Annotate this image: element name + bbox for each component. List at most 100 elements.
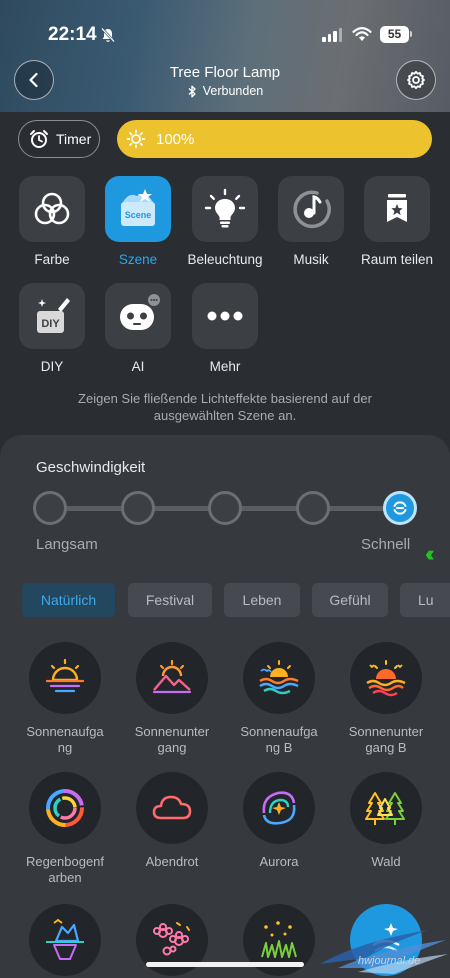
mode-farbe[interactable]: Farbe [8, 176, 96, 267]
bluetooth-icon [188, 85, 196, 97]
speed-fast-icon [393, 501, 407, 515]
scene-circle [350, 772, 422, 844]
scene-sonnenuntergang[interactable]: Sonnenunter gang [119, 642, 225, 756]
scene-icon: Scene [121, 189, 155, 226]
mode-description: Zeigen Sie fließende Lichteffekte basier… [78, 391, 372, 423]
speed-step-4[interactable] [296, 491, 330, 525]
mode-tile [19, 176, 85, 242]
mode-ai[interactable]: AI [94, 283, 182, 374]
timer-button[interactable]: Timer [18, 120, 100, 158]
color-circles-icon [34, 192, 70, 225]
scene-sonnenaufgang[interactable]: Sonnenaufga ng [12, 642, 118, 756]
scene-abendrot[interactable]: Abendrot [119, 772, 225, 870]
iceberg-icon [46, 918, 84, 960]
connection-status-label: Verbunden [202, 84, 264, 98]
watermark-logo-icon [320, 930, 448, 974]
wifi-icon [352, 27, 372, 41]
mode-musik[interactable]: Musik [267, 176, 355, 267]
speed-step-2[interactable] [121, 491, 155, 525]
category-tabs: Natürlich Festival Leben Gefühl Lu [22, 583, 450, 617]
scene-name: Wald [371, 854, 401, 869]
scene-sonnenaufgang-b[interactable]: Sonnenaufga ng B [226, 642, 332, 756]
annotation-arrow-icon: ‹‹ [425, 541, 434, 566]
mode-label: Beleuchtung [187, 252, 263, 267]
speed-step-1[interactable] [33, 491, 67, 525]
mode-tile: DIY [19, 283, 85, 349]
tab-gefuehl[interactable]: Gefühl [312, 583, 388, 617]
bell-off-icon [101, 27, 115, 43]
mode-label: DIY [40, 359, 64, 374]
rainbow-icon [46, 789, 84, 827]
evening-cloud-icon [152, 795, 192, 820]
sunset-b-icon [366, 660, 406, 697]
mode-tile [278, 176, 344, 242]
mode-label: Raum teilen [360, 252, 434, 267]
scene-wald[interactable]: Wald [333, 772, 439, 870]
aurora-icon [262, 791, 296, 825]
ai-robot-icon [120, 294, 160, 330]
forest-icon [365, 792, 405, 825]
scene-name: Sonnenunter gang B [348, 724, 424, 755]
status-bar: 22:14 55 [0, 0, 450, 60]
diy-icon: DIY [37, 298, 70, 333]
scene-circle [29, 772, 101, 844]
mode-tile [364, 176, 430, 242]
mode-mehr[interactable]: Mehr [181, 283, 269, 374]
battery-icon: 55 [380, 26, 409, 43]
scene-name: Aurora [259, 854, 299, 869]
mode-label: Farbe [34, 252, 70, 267]
scene-regenbogenfarben[interactable]: Regenbogenf arben [12, 772, 118, 886]
speed-step-5[interactable] [383, 491, 417, 525]
mode-raum-teilen[interactable]: Raum teilen [353, 176, 441, 267]
scene-name: Sonnenaufga ng [26, 724, 104, 755]
mode-tile [105, 283, 171, 349]
music-icon [293, 190, 331, 228]
scene-name: Abendrot [145, 854, 199, 869]
cherry-blossom-icon [153, 922, 190, 956]
scene-circle [136, 642, 208, 714]
connection-status: Verbunden [0, 84, 450, 98]
scene-badge-text: Scene [125, 210, 152, 220]
scene-circle [136, 772, 208, 844]
speed-step-3[interactable] [208, 491, 242, 525]
cellular-signal-icon [322, 28, 342, 42]
brightness-slider[interactable]: 100% [117, 120, 432, 158]
scene-circle [29, 642, 101, 714]
sunset-icon [152, 659, 192, 694]
mode-label: Szene [118, 252, 158, 267]
scene-circle [243, 642, 315, 714]
mode-label: Musik [293, 252, 329, 267]
mode-diy[interactable]: DIY DIY [8, 283, 96, 374]
scene-sonnenuntergang-b[interactable]: Sonnenunter gang B [333, 642, 439, 756]
scene-aurora[interactable]: Aurora [226, 772, 332, 870]
sunrise-icon [45, 658, 85, 693]
scene-name: Sonnenaufga ng B [240, 724, 318, 755]
scene-name: Sonnenunter gang [134, 724, 210, 755]
tab-lu[interactable]: Lu [400, 583, 450, 617]
sunrise-b-icon [259, 660, 299, 695]
more-icon [207, 311, 243, 321]
alarm-clock-icon [30, 130, 48, 148]
clock: 22:14 [48, 24, 97, 45]
tab-leben[interactable]: Leben [224, 583, 300, 617]
diy-badge-text: DIY [41, 318, 60, 330]
scene-iceberg[interactable] [12, 904, 118, 976]
gear-icon [407, 70, 425, 90]
home-indicator[interactable] [146, 962, 304, 967]
mode-szene[interactable]: Scene Szene [94, 176, 182, 267]
battery-tip [410, 31, 412, 37]
share-room-icon [387, 194, 407, 222]
mode-beleuchtung[interactable]: Beleuchtung [181, 176, 269, 267]
device-title: Tree Floor Lamp [169, 64, 281, 81]
mode-tile: Scene [105, 176, 171, 242]
mode-tile [192, 176, 258, 242]
scene-circle [350, 642, 422, 714]
sun-icon [126, 129, 146, 149]
mode-tile [192, 283, 258, 349]
scene-name: Regenbogenf arben [25, 854, 105, 885]
brightness-value: 100% [156, 130, 195, 148]
tab-festival[interactable]: Festival [128, 583, 212, 617]
settings-button[interactable] [396, 60, 436, 100]
mode-label: AI [131, 359, 145, 374]
tab-natuerlich[interactable]: Natürlich [22, 583, 115, 617]
